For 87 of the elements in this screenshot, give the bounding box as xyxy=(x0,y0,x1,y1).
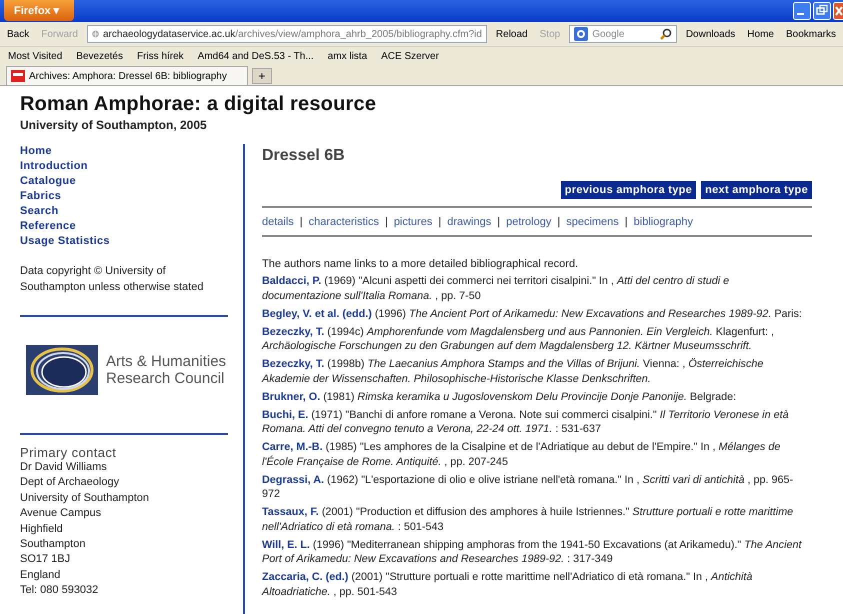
link-separator: | xyxy=(624,216,628,228)
author-link[interactable]: Buchi, E. xyxy=(262,408,308,420)
author-link[interactable]: Tassaux, F. xyxy=(262,506,319,518)
copyright-notice: Data copyright © University of Southampton unless otherwise stated xyxy=(20,264,204,295)
search-engine-icon[interactable] xyxy=(574,27,588,41)
toolbar-button[interactable]: Home xyxy=(744,26,777,42)
close-icon[interactable] xyxy=(833,2,843,20)
section-link[interactable]: petrology xyxy=(506,216,552,228)
minimize-icon[interactable] xyxy=(793,2,811,20)
bookmark-link[interactable]: amx lista xyxy=(328,50,368,62)
bibliography-entry: Degrassi, A. (1962) "L'esportazione di olio e olive istriane nell'età romana." In , Scritti vari di antichità , pp. 965-972 xyxy=(262,472,794,502)
site-title: Roman Amphorae: a digital resource xyxy=(20,93,378,116)
sidebar-nav-link[interactable]: Search xyxy=(20,204,58,219)
section-link[interactable]: drawings xyxy=(447,216,492,228)
url-path: /archives/view/amphora_ahrb_2005/bibliography.cfm?id xyxy=(235,28,482,40)
contact-line: Dept of Archaeology xyxy=(20,475,120,490)
bibliography-entry: Carre, M.-B. (1985) "Les amphores de la Cisalpine et de l'Adriatique au debut de l'Empire." In , Mélanges de l'École Française de Rome. Antiquité. , pp. 207-245 xyxy=(262,440,782,469)
bookmark-link[interactable]: Bevezetés xyxy=(76,50,123,62)
sidebar-nav-link[interactable]: Fabrics xyxy=(20,189,62,204)
logo-text: Arts & Humanities xyxy=(106,353,226,370)
author-link[interactable]: Baldacci, P. xyxy=(262,275,322,287)
contact-line: University of Southampton xyxy=(20,490,150,506)
sidebar-nav-link[interactable]: Catalogue xyxy=(20,174,76,189)
reload-button[interactable]: Reload xyxy=(492,26,531,42)
toolbar-button[interactable]: Bookmarks xyxy=(782,26,839,42)
contact-line: Dr David Williams xyxy=(20,460,108,475)
author-link[interactable]: Will, E. L. xyxy=(262,538,310,550)
contact-line: Southampton xyxy=(20,537,86,552)
bibliography-entry: Tassaux, F. (2001) "Production et diffusion des amphores à huile Istriennes." Strutture portuali e rotte marittime nell'Adriatico di età romana. : 501-543 xyxy=(262,505,794,534)
intro-text: The authors name links to a more detailed bibliographical record. xyxy=(262,258,580,270)
bibliography-entry: Begley, V. et al. (edd.) (1996) The Ancient Port of Arikamedu: New Excavations and Researches 1989-92. Paris: xyxy=(262,306,802,321)
contact-line: SO17 1BJ xyxy=(20,552,72,568)
section-link[interactable]: specimens xyxy=(566,216,619,228)
author-link[interactable]: Begley, V. et al. (edd.) xyxy=(262,308,372,320)
sidebar-nav-link[interactable]: Reference xyxy=(20,219,76,234)
author-link[interactable]: Brukner, O. xyxy=(262,390,320,402)
back-button[interactable]: Back xyxy=(4,26,32,42)
link-separator: | xyxy=(497,216,500,228)
bibliography-entry: Will, E. L. (1996) "Mediterranean shipping amphoras from the 1941-50 Excavations (at Arikamedu)." The Ancient Port of Arikamedu: New Excavations and Researches 1989-92. : 317-349 xyxy=(262,538,802,566)
url-host: archaeologydataservice.ac.uk xyxy=(102,28,236,40)
author-link[interactable]: Zaccaria, C. (ed.) xyxy=(262,571,348,583)
globe-icon xyxy=(92,28,99,40)
author-link[interactable]: Bezeczky, T. xyxy=(262,358,324,370)
section-link[interactable]: details xyxy=(262,216,294,228)
link-separator: | xyxy=(438,216,442,228)
new-tab-button[interactable]: + xyxy=(252,68,272,84)
link-separator: | xyxy=(384,216,388,228)
toolbar-button[interactable]: Downloads xyxy=(682,26,738,42)
bibliography-entry: Bezeczky, T. (1998b) The Laecanius Amphora Stamps and the Villas of Brijuni. Vienna: , Österreichische Akademie der Wissenschaften. Philosophische-Historische Klasse Denkschriften. xyxy=(262,357,764,386)
contact-line: England xyxy=(20,568,62,583)
bibliography-entry: Baldacci, P. (1969) "Alcuni aspetti dei commerci nei territori cisalpini." In , Atti del centro di studi e documentazione sull'Italia Romana. , pp. 7-50 xyxy=(262,274,730,303)
link-separator: | xyxy=(557,216,560,228)
author-link[interactable]: Bezeczky, T. xyxy=(262,326,324,338)
bookmark-link[interactable]: Most Visited xyxy=(8,50,62,62)
section-link[interactable]: pictures xyxy=(394,216,432,228)
bibliography-entry: Zaccaria, C. (ed.) (2001) "Strutture portuali e rotte marittime nell'Adriatico di età romana." In , Antichità Altoadriatiche. , pp. 501-543 xyxy=(262,570,754,599)
search-field[interactable]: Google xyxy=(569,25,677,43)
ahrc-logo-icon xyxy=(26,345,98,395)
bookmark-link[interactable]: ACE Szerver xyxy=(381,50,439,62)
nav-button[interactable]: next amphora type xyxy=(701,181,812,199)
maximize-icon[interactable] xyxy=(813,2,831,20)
contact-line: Tel: 080 593032 xyxy=(20,583,100,598)
contact-heading: Primary contact xyxy=(20,445,118,460)
search-placeholder: Google xyxy=(592,28,626,40)
bookmark-link[interactable]: Friss hírek xyxy=(137,50,184,62)
author-link[interactable]: Degrassi, A. xyxy=(262,474,324,486)
link-separator: | xyxy=(300,216,303,228)
section-link[interactable]: characteristics xyxy=(308,216,379,228)
nav-button[interactable]: previous amphora type xyxy=(560,181,696,199)
site-subtitle: University of Southampton, 2005 xyxy=(20,118,208,132)
logo-text: Research Council xyxy=(106,370,226,387)
section-link[interactable]: bibliography xyxy=(634,216,693,228)
search-icon[interactable] xyxy=(660,28,672,40)
bibliography-entry: Brukner, O. (1981) Rimska keramika u Jugoslovenskom Delu Provincije Donje Panonije. Belgrade: xyxy=(262,390,738,404)
contact-line: Highfield xyxy=(20,522,64,537)
favicon-icon xyxy=(11,70,25,82)
amphora-heading: Dressel 6B xyxy=(262,147,346,165)
bibliography-entry: Buchi, E. (1971) "Banchi di anfore romane a Verona. Note sui commerci cisalpini." Il Territorio Veronese in età Romana. Atti del convegno tenuto a Verona, 22-24 ott. 1971. : 531-637 xyxy=(262,408,790,436)
sidebar-nav-link[interactable]: Introduction xyxy=(20,159,88,174)
bookmark-link[interactable]: Amd64 and DeS.53 - Th... xyxy=(198,50,314,62)
bibliography-entry: Bezeczky, T. (1994c) Amphorenfunde vom Magdalensberg und aus Pannonien. Ein Vergleich. Klagenfurt: , Archäologische Forschungen zu den Grabungen auf dem Magdalensberg 12. Kärtner Museumsschrift. xyxy=(262,324,775,354)
contact-line: Avenue Campus xyxy=(20,506,102,522)
sidebar-nav-link[interactable]: Usage Statistics xyxy=(20,234,110,249)
address-bar[interactable]: archaeologydataservice.ac.uk/archives/view/amphora_ahrb_2005/bibliography.cfm?id xyxy=(86,25,487,43)
browser-tab[interactable]: Archives: Amphora: Dressel 6B: bibliography xyxy=(6,66,248,85)
author-link[interactable]: Carre, M.-B. xyxy=(262,441,323,453)
sidebar-nav-link[interactable]: Home xyxy=(20,144,52,159)
